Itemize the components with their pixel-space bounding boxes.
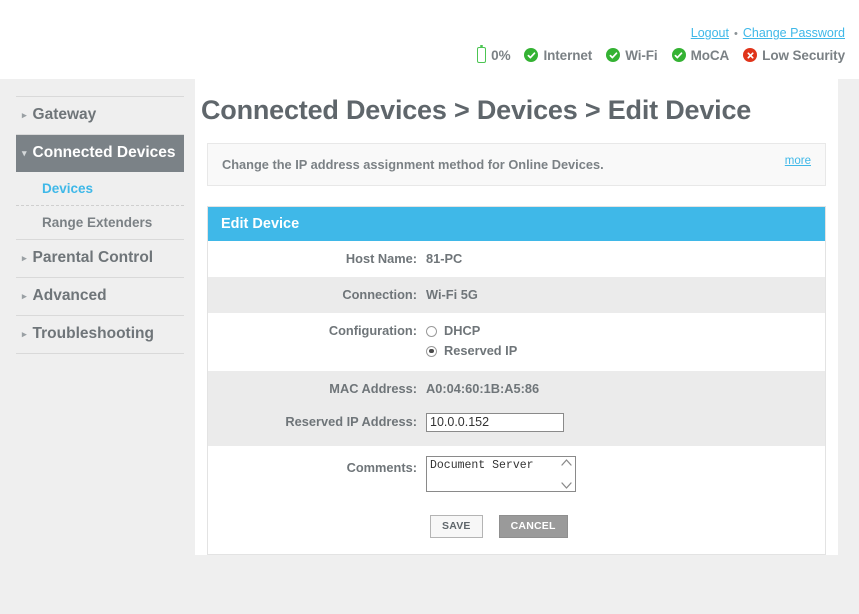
battery-icon [477, 44, 487, 63]
more-link[interactable]: more [785, 155, 811, 167]
reserved-ip-input-wrap [426, 411, 564, 432]
field-row-connection: Connection: Wi-Fi 5G [208, 277, 825, 313]
page-body: ▸ Gateway ▾ Connected Devices Devices Ra… [0, 79, 859, 614]
save-button[interactable]: SAVE [430, 515, 483, 538]
sidebar-item-range-extenders[interactable]: Range Extenders [16, 206, 184, 239]
field-row-mac-address: MAC Address: A0:04:60:1B:A5:86 [208, 371, 825, 407]
radio-option-reserved-ip[interactable]: Reserved IP [426, 342, 517, 360]
status-moca: MoCA [671, 47, 730, 63]
status-security-label: Low Security [762, 47, 845, 63]
mac-address-value: A0:04:60:1B:A5:86 [426, 381, 540, 396]
radio-reserved-ip-icon[interactable] [426, 345, 437, 357]
field-row-comments: Comments: [208, 446, 825, 503]
status-internet: Internet [524, 48, 592, 63]
status-security: Low Security [743, 48, 845, 63]
top-header-bar: Logout • Change Password 0% Internet Wi-Fi… [0, 0, 859, 79]
sidebar-item-troubleshooting[interactable]: ▸ Troubleshooting [16, 316, 184, 354]
radio-option-dhcp[interactable]: DHCP [426, 322, 517, 340]
comments-textarea[interactable] [426, 456, 576, 492]
host-name-label: Host Name: [345, 251, 417, 266]
sidebar-item-label: Parental Control [32, 249, 154, 266]
sidebar-item-label: Gateway [32, 106, 97, 123]
status-battery: 0% [477, 44, 511, 63]
sidebar-item-label: Advanced [32, 287, 107, 304]
reserved-ip-input[interactable] [426, 412, 564, 432]
status-wifi: Wi-Fi [606, 47, 658, 63]
radio-dhcp-label: DHCP [444, 323, 481, 338]
cancel-button[interactable]: CANCEL [498, 515, 568, 538]
radio-reserved-ip-label: Reserved IP [444, 343, 518, 358]
reserved-ip-label: Reserved IP Address: [285, 414, 417, 429]
connection-label: Connection: [342, 287, 417, 302]
error-circle-icon [743, 48, 758, 62]
status-wifi-label: Wi-Fi [625, 47, 658, 63]
configuration-radio-group: DHCP Reserved IP [426, 322, 517, 362]
connection-value: Wi-Fi 5G [426, 287, 478, 302]
sidebar-item-advanced[interactable]: ▸ Advanced [16, 278, 184, 316]
sidebar-item-connected-devices[interactable]: ▾ Connected Devices [16, 135, 184, 172]
status-indicator-row: 0% Internet Wi-Fi MoCA Low Security [477, 44, 845, 63]
sidebar-subitem-label: Range Extenders [42, 215, 153, 230]
top-account-links: Logout • Change Password [691, 26, 845, 40]
sidebar-item-parental-control[interactable]: ▸ Parental Control [16, 240, 184, 278]
check-circle-icon [671, 48, 686, 62]
page-title: Connected Devices > Devices > Edit Devic… [201, 95, 752, 125]
logout-link[interactable]: Logout [691, 26, 729, 40]
description-text: Change the IP address assignment method … [222, 157, 604, 172]
sidebar-navigation: ▸ Gateway ▾ Connected Devices Devices Ra… [16, 96, 184, 354]
chevron-right-icon: ▸ [22, 110, 27, 120]
content-area: Connected Devices > Devices > Edit Devic… [195, 79, 838, 555]
sidebar-item-label: Connected Devices [32, 144, 176, 161]
field-row-configuration: Configuration: DHCP Reserved IP [208, 313, 825, 371]
check-circle-icon [524, 48, 539, 62]
sidebar-item-devices[interactable]: Devices [16, 172, 184, 205]
panel-title: Edit Device [208, 207, 825, 241]
comments-label: Comments: [346, 460, 417, 475]
description-banner: Change the IP address assignment method … [207, 143, 826, 186]
edit-device-panel: Edit Device Host Name: 81-PC Connection:… [207, 206, 826, 555]
status-moca-label: MoCA [690, 47, 730, 63]
sidebar-item-label: Troubleshooting [32, 325, 154, 342]
form-button-row: SAVE CANCEL [430, 503, 825, 554]
field-row-host-name: Host Name: 81-PC [208, 241, 825, 277]
status-internet-label: Internet [543, 47, 593, 63]
chevron-right-icon: ▸ [22, 329, 27, 339]
change-password-link[interactable]: Change Password [743, 26, 845, 40]
comments-textarea-wrap [426, 456, 576, 497]
sidebar-subitem-label: Devices [42, 181, 94, 196]
sidebar-item-gateway[interactable]: ▸ Gateway [16, 97, 184, 135]
status-battery-label: 0% [491, 47, 511, 63]
radio-dhcp-icon[interactable] [426, 325, 437, 337]
field-row-reserved-ip: Reserved IP Address: [208, 407, 825, 446]
configuration-label: Configuration: [328, 323, 417, 338]
chevron-right-icon: ▸ [22, 291, 27, 301]
check-circle-icon [606, 48, 621, 62]
link-separator: • [733, 28, 738, 40]
chevron-right-icon: ▸ [22, 253, 27, 263]
mac-address-label: MAC Address: [329, 381, 417, 396]
host-name-value: 81-PC [426, 251, 463, 266]
chevron-down-icon: ▾ [22, 148, 27, 158]
